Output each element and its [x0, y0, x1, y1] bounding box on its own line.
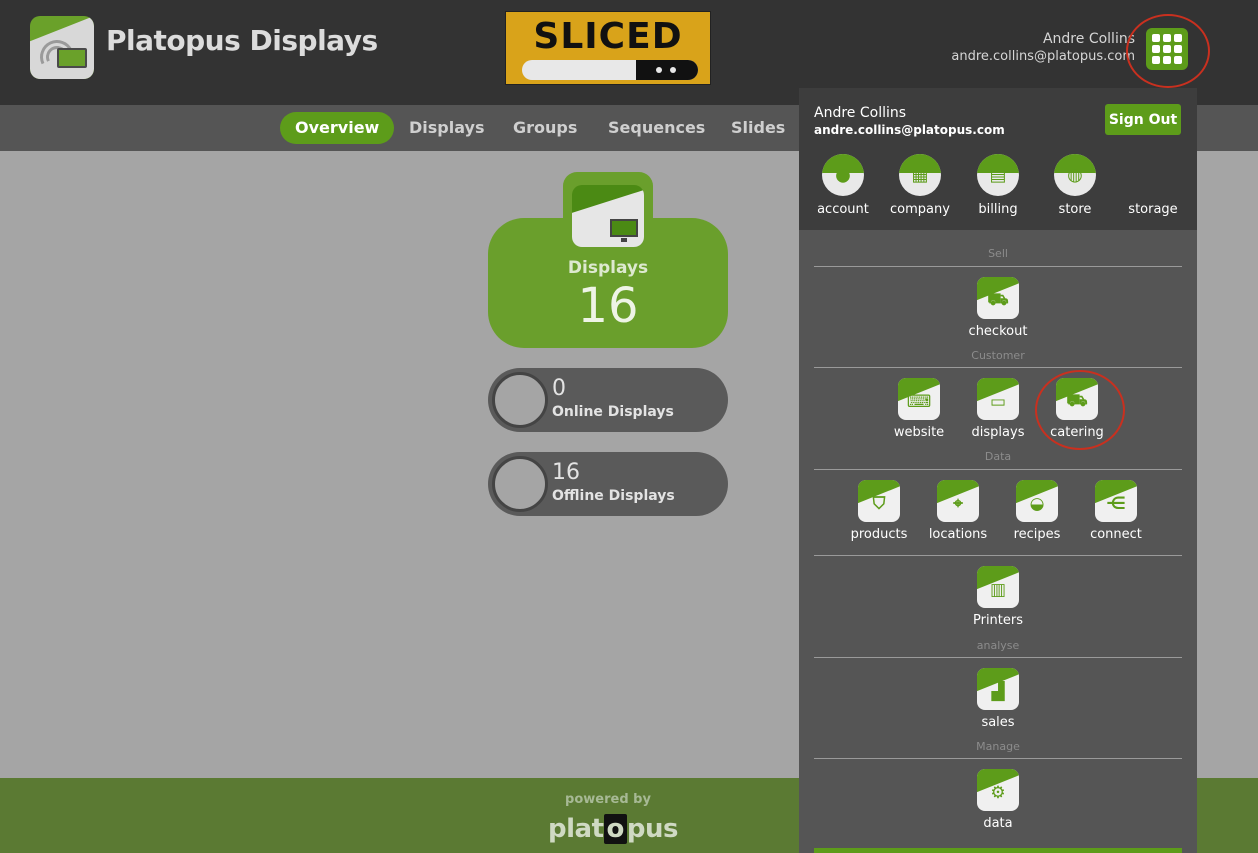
footer-brand-post: pus [626, 814, 679, 844]
map-pin-icon: ⌖ [937, 480, 979, 522]
header-user-name[interactable]: Andre Collins [1043, 31, 1135, 47]
section-divider [814, 367, 1182, 368]
app-billing-label: billing [978, 202, 1018, 217]
panel-user-email: andre.collins@platopus.com [814, 123, 1005, 137]
website-icon: ⌨ [898, 378, 940, 420]
section-title-data: Data [984, 450, 1012, 463]
app-printers-label: Printers [972, 613, 1024, 628]
nav-displays[interactable]: Displays [394, 112, 499, 144]
app-account-label: account [817, 202, 869, 217]
app-storage[interactable]: storage [1118, 154, 1188, 217]
section-title-manage: Manage [976, 740, 1020, 753]
app-connect[interactable]: ⋲ connect [1076, 480, 1156, 542]
app-products-label: products [850, 527, 908, 542]
shopping-bag-icon: ◍ [1054, 154, 1096, 196]
online-status-circle [492, 372, 548, 428]
app-billing[interactable]: ▤ billing [963, 154, 1033, 217]
displays-card-count: 16 [577, 278, 639, 334]
apps-grid-button[interactable] [1146, 28, 1188, 70]
share-nodes-icon: ⋲ [1095, 480, 1137, 522]
app-catering-label: catering [1050, 425, 1104, 440]
app-recipes-label: recipes [1013, 527, 1061, 542]
app-locations[interactable]: ⌖ locations [918, 480, 998, 542]
section-title-analyse: analyse [976, 639, 1020, 652]
app-displays[interactable]: ▭ displays [958, 378, 1038, 440]
header-user-email[interactable]: andre.collins@platopus.com [951, 49, 1135, 64]
shopping-cart-icon: ⛟ [977, 277, 1019, 319]
app-website-label: website [893, 425, 945, 440]
app-locations-label: locations [928, 527, 988, 542]
app-printers[interactable]: ▥ Printers [958, 566, 1038, 628]
platopus-logo-icon[interactable] [30, 16, 94, 79]
app-store[interactable]: ◍ store [1040, 154, 1110, 217]
offline-count: 16 [552, 460, 580, 485]
display-icon [572, 185, 644, 247]
footer-brand-pre: plat [548, 814, 604, 844]
app-account[interactable]: ● account [808, 154, 878, 217]
calculator-icon: ▤ [977, 154, 1019, 196]
offline-displays-stat[interactable]: 16 Offline Displays [488, 452, 728, 516]
display-icon: ▭ [977, 378, 1019, 420]
storage-icon-empty [1118, 154, 1188, 196]
online-displays-stat[interactable]: 0 Online Displays [488, 368, 728, 432]
panel-bottom-bar [814, 848, 1182, 853]
app-checkout-label: checkout [968, 324, 1028, 339]
nav-overview[interactable]: Overview [280, 112, 395, 144]
app-storage-label: storage [1128, 202, 1178, 217]
nav-slides[interactable]: Slides [716, 112, 800, 144]
offline-status-circle [492, 456, 548, 512]
app-data[interactable]: ⚙ data [958, 769, 1038, 831]
app-company[interactable]: ▦ company [885, 154, 955, 217]
app-checkout[interactable]: ⛟ checkout [958, 277, 1038, 339]
app-connect-label: connect [1090, 527, 1142, 542]
section-divider [814, 657, 1182, 658]
section-title-sell: Sell [988, 247, 1008, 260]
sign-out-button[interactable]: Sign Out [1105, 104, 1181, 135]
section-divider [814, 758, 1182, 759]
nav-sequences[interactable]: Sequences [593, 112, 720, 144]
section-divider [814, 266, 1182, 267]
client-logo: SLICED [505, 11, 711, 85]
app-displays-label: displays [971, 425, 1025, 440]
bar-chart-icon: ▟ [977, 668, 1019, 710]
online-label: Online Displays [552, 404, 674, 420]
printer-icon: ▥ [977, 566, 1019, 608]
panel-user-section: Andre Collins andre.collins@platopus.com… [799, 88, 1197, 230]
apps-dropdown-panel: Andre Collins andre.collins@platopus.com… [799, 88, 1197, 853]
app-recipes[interactable]: ◒ recipes [997, 480, 1077, 542]
section-divider [814, 555, 1182, 556]
offline-label: Offline Displays [552, 488, 675, 504]
code-gear-icon: ⚙ [977, 769, 1019, 811]
footer-platopus-logo[interactable]: plat o pus [548, 814, 678, 844]
catering-truck-icon: ⛟ [1056, 378, 1098, 420]
app-store-label: store [1058, 202, 1092, 217]
displays-card-label: Displays [567, 258, 649, 278]
footer-brand-o: o [603, 814, 627, 844]
brand-name[interactable]: Platopus Displays [106, 24, 378, 57]
app-data-label: data [983, 816, 1013, 831]
app-catering[interactable]: ⛟ catering [1037, 378, 1117, 440]
panel-user-name: Andre Collins [814, 105, 907, 121]
online-count: 0 [552, 376, 566, 401]
section-title-customer: Customer [971, 349, 1025, 362]
company-icon: ▦ [899, 154, 941, 196]
app-website[interactable]: ⌨ website [879, 378, 959, 440]
client-logo-text: SLICED [533, 16, 683, 57]
app-products[interactable]: ⛉ products [839, 480, 919, 542]
nav-groups[interactable]: Groups [498, 112, 592, 144]
account-icon: ● [822, 154, 864, 196]
app-sales-label: sales [981, 715, 1015, 730]
recipe-bowl-icon: ◒ [1016, 480, 1058, 522]
price-tag-icon: ⛉ [858, 480, 900, 522]
app-company-label: company [890, 202, 950, 217]
section-divider [814, 469, 1182, 470]
app-sales[interactable]: ▟ sales [958, 668, 1038, 730]
